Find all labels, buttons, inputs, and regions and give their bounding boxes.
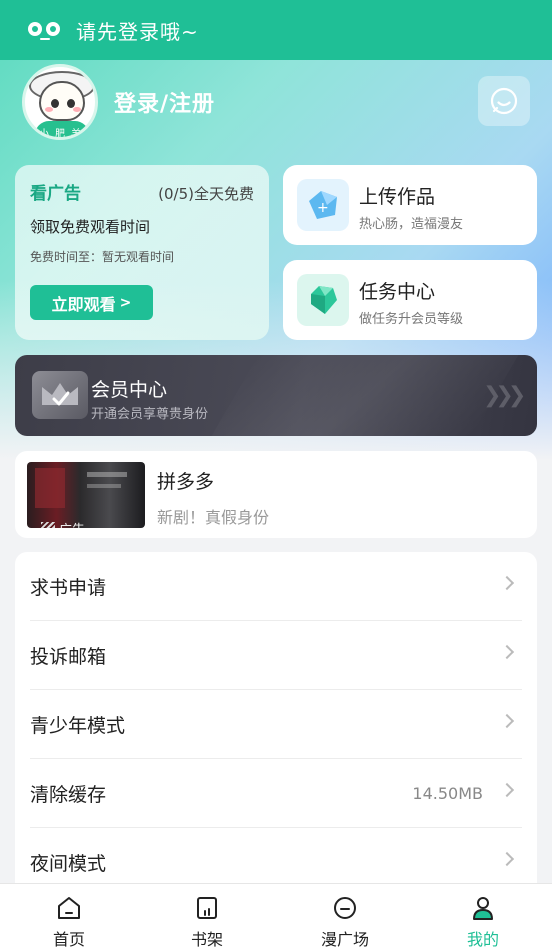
watch-now-button[interactable]: 立即观看 > xyxy=(30,285,153,320)
menu-item-label: 求书申请 xyxy=(30,576,107,599)
plaza-icon xyxy=(334,897,356,919)
chevron-right-icon xyxy=(499,851,515,867)
tab-profile[interactable]: 我的 xyxy=(414,884,552,951)
chevron-right-icon: > xyxy=(119,294,132,311)
chevron-right-icon xyxy=(499,575,515,591)
ad-thumbnail: 广告 xyxy=(27,462,145,528)
top-bar: 请先登录哦~ xyxy=(0,0,552,60)
chevrons-right-icon: ❯❯❯ xyxy=(483,383,526,408)
ad-card-subtitle: 领取免费观看时间 xyxy=(30,218,151,236)
menu-item-book-request[interactable]: 求书申请 xyxy=(30,552,522,621)
profile-icon xyxy=(473,897,493,920)
tab-label: 书架 xyxy=(190,930,223,949)
tab-home[interactable]: 首页 xyxy=(0,884,138,951)
ad-subtitle: 新剧！真假身份 xyxy=(157,508,270,527)
home-icon xyxy=(58,897,80,919)
avatar[interactable]: 小肥羊 xyxy=(22,64,98,140)
bookshelf-icon xyxy=(197,897,217,919)
free-time-status: 免费时间至：暂无观看时间 xyxy=(30,250,175,264)
ad-card-count: (0/5)全天免费 xyxy=(158,185,254,203)
tab-label: 首页 xyxy=(52,930,85,949)
upload-title: 上传作品 xyxy=(359,186,436,208)
member-center-banner[interactable]: 会员中心 开通会员享尊贵身份 ❯❯❯ xyxy=(15,355,537,436)
login-prompt[interactable]: 请先登录哦~ xyxy=(76,16,199,45)
tab-label: 漫广场 xyxy=(320,930,369,949)
crown-icon xyxy=(32,371,88,419)
ad-title: 拼多多 xyxy=(157,471,215,493)
upload-works-card[interactable]: + 上传作品 热心肠，造福漫友 xyxy=(283,165,537,245)
ad-banner[interactable]: 广告 拼多多 新剧！真假身份 xyxy=(15,451,537,538)
upload-subtitle: 热心肠，造福漫友 xyxy=(359,217,464,232)
menu-item-label: 夜间模式 xyxy=(30,853,107,875)
menu-item-label: 投诉邮箱 xyxy=(30,645,107,668)
task-center-subtitle: 做任务升会员等级 xyxy=(359,312,464,327)
member-center-title: 会员中心 xyxy=(91,379,168,401)
mascot-eyes-icon xyxy=(28,19,62,41)
menu-item-teen-mode[interactable]: 青少年模式 xyxy=(30,690,522,759)
tab-label: 我的 xyxy=(466,930,499,949)
svg-text:+: + xyxy=(317,200,329,216)
chevron-right-icon xyxy=(499,644,515,660)
settings-menu: 求书申请 投诉邮箱 青少年模式 清除缓存 14.50MB 夜间模式 xyxy=(15,552,537,892)
gem-icon xyxy=(297,274,349,326)
task-center-card[interactable]: 任务中心 做任务升会员等级 xyxy=(283,260,537,340)
chat-smile-icon xyxy=(490,87,518,115)
chevron-right-icon xyxy=(499,713,515,729)
login-register-link[interactable]: 登录/注册 xyxy=(114,86,215,118)
watch-ad-card: 看广告 (0/5)全天免费 领取免费观看时间 免费时间至：暂无观看时间 立即观看… xyxy=(15,165,269,340)
tab-plaza[interactable]: 漫广场 xyxy=(276,884,414,951)
upload-icon: + xyxy=(297,179,349,231)
ad-card-title: 看广告 xyxy=(30,184,81,204)
cache-size: 14.50MB xyxy=(412,783,483,803)
tab-bookshelf[interactable]: 书架 xyxy=(138,884,276,951)
menu-item-complaint-email[interactable]: 投诉邮箱 xyxy=(30,621,522,690)
member-center-subtitle: 开通会员享尊贵身份 xyxy=(91,407,209,422)
menu-item-label: 清除缓存 xyxy=(30,783,107,806)
watch-now-label: 立即观看 xyxy=(51,294,116,314)
menu-item-label: 青少年模式 xyxy=(30,714,126,737)
menu-item-clear-cache[interactable]: 清除缓存 14.50MB xyxy=(30,759,522,828)
task-center-title: 任务中心 xyxy=(359,281,436,303)
bottom-tab-bar: 首页 书架 漫广场 我的 xyxy=(0,883,552,951)
ad-tag: 广告 xyxy=(41,519,85,528)
message-button[interactable] xyxy=(478,76,530,126)
chevron-right-icon xyxy=(499,782,515,798)
